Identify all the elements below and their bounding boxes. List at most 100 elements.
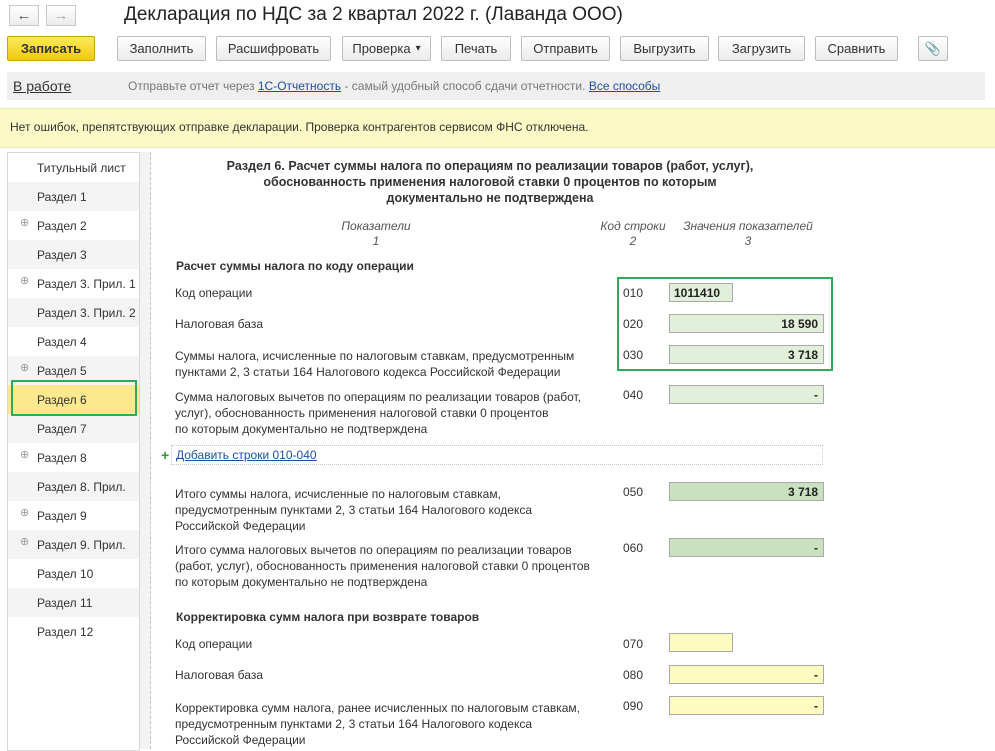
fill-button[interactable]: Заполнить (117, 36, 206, 61)
column-header-indicators-label: Показатели (341, 219, 411, 233)
row-090-label: Корректировка сумм налога, ранее исчисле… (175, 700, 580, 748)
row-090-code: 090 (623, 699, 644, 713)
sidebar-item-section-8[interactable]: ⊕ Раздел 8 (8, 443, 140, 472)
group-title-return-adjustment: Корректировка сумм налога при возврате т… (176, 610, 480, 624)
return-tax-adjustment-field[interactable]: - (669, 696, 824, 715)
group-title-tax-calculation: Расчет суммы налога по коду операции (176, 259, 414, 273)
sidebar-item-title-page[interactable]: Титульный лист (8, 153, 140, 182)
selected-item-highlight (11, 380, 137, 416)
chevron-down-icon: ▾ (415, 43, 421, 54)
row-040-label: Сумма налоговых вычетов по операциям по … (175, 389, 581, 437)
sidebar-item-section-10[interactable]: Раздел 10 (8, 559, 140, 588)
compare-button[interactable]: Сравнить (815, 36, 898, 61)
column-header-values: Значения показателей 3 (674, 219, 822, 249)
row-050-label-line-1: Итого суммы налога, исчисленные по налог… (175, 487, 501, 501)
sidebar-item-label: Титульный лист (37, 161, 126, 175)
expand-icon[interactable]: ⊕ (20, 218, 29, 229)
column-header-indicators: Показатели 1 (276, 219, 476, 249)
return-tax-base-field[interactable]: - (669, 665, 824, 684)
info-message: Нет ошибок, препятствующих отправке декл… (10, 120, 589, 134)
row-070-code: 070 (623, 637, 644, 651)
return-operation-code-field[interactable] (669, 633, 733, 652)
section-title-line-3: документально не подтверждена (386, 191, 594, 205)
row-050-code: 050 (623, 485, 644, 499)
row-060-label-line-2: (работ, услуг), обоснованность применени… (175, 559, 590, 573)
sidebar-item-section-11[interactable]: Раздел 11 (8, 588, 140, 617)
sidebar-item-label: Раздел 8. Прил. (37, 480, 126, 494)
row-040-code: 040 (623, 388, 644, 402)
row-060-label-line-3: по которым документально не подтверждена (175, 575, 428, 589)
sidebar-item-section-3[interactable]: Раздел 3 (8, 240, 140, 269)
sidebar-item-label: Раздел 3. Прил. 2 (37, 306, 136, 320)
sidebar-item-section-2[interactable]: ⊕ Раздел 2 (8, 211, 140, 240)
row-050-label-line-2: предусмотренным пунктами 2, 3 статьи 164… (175, 503, 533, 517)
column-header-code: Код строки 2 (592, 219, 674, 249)
import-button[interactable]: Загрузить (718, 36, 805, 61)
sidebar-item-label: Раздел 9. Прил. (37, 538, 126, 552)
export-button[interactable]: Выгрузить (620, 36, 709, 61)
deductions-field[interactable]: - (669, 385, 824, 404)
values-highlight-box (617, 277, 833, 371)
sidebar-item-section-4[interactable]: Раздел 4 (8, 327, 140, 356)
sidebar-item-section-3-app-1[interactable]: ⊕ Раздел 3. Прил. 1 (8, 269, 140, 298)
info-bar: Нет ошибок, препятствующих отправке декл… (0, 108, 995, 148)
all-ways-link[interactable]: Все способы (589, 79, 661, 93)
add-rows-link[interactable]: Добавить строки 010-040 (176, 448, 317, 462)
expand-icon[interactable]: ⊕ (20, 450, 29, 461)
section-title-line-1: Раздел 6. Расчет суммы налога по операци… (226, 159, 754, 173)
decode-button[interactable]: Расшифровать (216, 36, 331, 61)
row-070-label: Код операции (175, 637, 253, 651)
row-040-label-line-2: услуг), обоснованность применения налого… (175, 406, 549, 420)
sidebar-item-section-7[interactable]: Раздел 7 (8, 414, 140, 443)
sidebar-item-label: Раздел 10 (37, 567, 94, 581)
row-030-label-line-2: пунктами 2, 3 статьи 164 Налогового коде… (175, 365, 561, 379)
sidebar-item-label: Раздел 1 (37, 190, 87, 204)
expand-icon[interactable]: ⊕ (20, 508, 29, 519)
attach-button[interactable]: 📎 (918, 36, 948, 61)
total-deductions-field: - (669, 538, 824, 557)
sidebar-item-section-9-app[interactable]: ⊕ Раздел 9. Прил. (8, 530, 140, 559)
column-header-code-num: 2 (629, 234, 637, 248)
back-button[interactable]: ← (9, 5, 39, 26)
column-header-indicators-num: 1 (372, 234, 380, 248)
column-header-values-label: Значения показателей (683, 219, 813, 233)
arrow-left-icon: ← (16, 7, 32, 24)
service-link[interactable]: 1С-Отчетность (258, 79, 341, 93)
status-state-link[interactable]: В работе (13, 78, 71, 94)
send-button[interactable]: Отправить (521, 36, 610, 61)
expand-icon[interactable]: ⊕ (20, 276, 29, 287)
sidebar-item-label: Раздел 4 (37, 335, 87, 349)
print-button[interactable]: Печать (441, 36, 511, 61)
section-title-line-2: обоснованность применения налоговой став… (263, 175, 717, 189)
column-header-code-label: Код строки (600, 219, 666, 233)
column-header-values-num: 3 (744, 234, 752, 248)
forward-button[interactable]: → (46, 5, 76, 26)
row-060-label: Итого сумма налоговых вычетов по операци… (175, 542, 590, 590)
sidebar-item-section-3-app-2[interactable]: Раздел 3. Прил. 2 (8, 298, 140, 327)
row-080-code: 080 (623, 668, 644, 682)
sidebar-item-label: Раздел 3 (37, 248, 87, 262)
arrow-right-icon: → (53, 7, 69, 24)
sidebar-item-section-8-app[interactable]: Раздел 8. Прил. (8, 472, 140, 501)
status-message-suffix: - самый удобный способ сдачи отчетности. (344, 79, 586, 93)
status-message: Отправьте отчет через 1С-Отчетность - са… (128, 79, 660, 93)
row-050-label-line-3: Российской Федерации (175, 519, 306, 533)
paperclip-icon: 📎 (924, 40, 942, 56)
sidebar-item-label: Раздел 11 (37, 596, 93, 610)
sidebar-item-section-12[interactable]: Раздел 12 (8, 617, 140, 646)
plus-icon[interactable]: + (161, 447, 169, 463)
expand-icon[interactable]: ⊕ (20, 363, 29, 374)
sidebar-item-label: Раздел 2 (37, 219, 87, 233)
row-060-label-line-1: Итого сумма налоговых вычетов по операци… (175, 543, 572, 557)
section-list: Титульный лист Раздел 1 ⊕ Раздел 2 Раздел… (7, 152, 140, 751)
check-button[interactable]: Проверка ▾ (342, 36, 431, 61)
expand-icon[interactable]: ⊕ (20, 537, 29, 548)
save-button[interactable]: Записать (7, 36, 95, 61)
status-message-prefix: Отправьте отчет через (128, 79, 255, 93)
row-050-label: Итого суммы налога, исчисленные по налог… (175, 486, 532, 534)
sidebar-item-label: Раздел 8 (37, 451, 87, 465)
sidebar-item-label: Раздел 5 (37, 364, 87, 378)
sidebar-item-section-1[interactable]: Раздел 1 (8, 182, 140, 211)
row-080-label: Налоговая база (175, 668, 263, 682)
sidebar-item-section-9[interactable]: ⊕ Раздел 9 (8, 501, 140, 530)
